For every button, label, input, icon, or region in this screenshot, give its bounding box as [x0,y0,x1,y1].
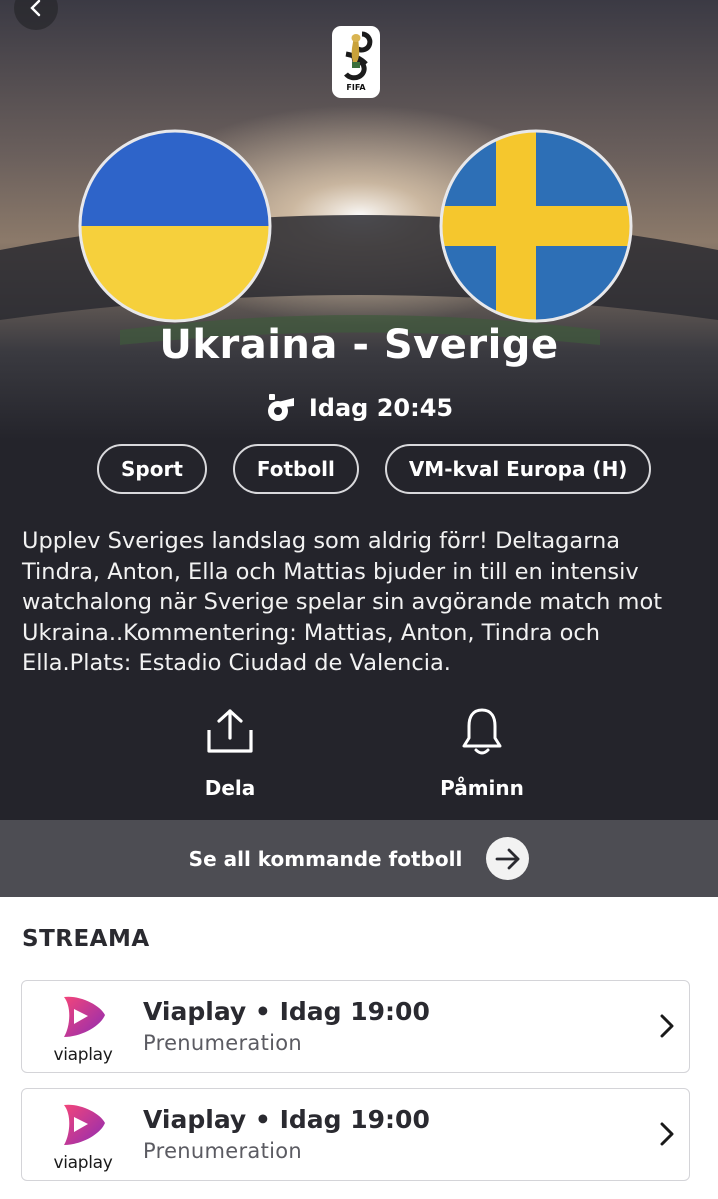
stream-provider-subtitle: Prenumeration [143,1031,303,1055]
share-label: Dela [204,776,256,800]
viaplay-logo-icon [64,996,105,1037]
whistle-icon [267,394,294,421]
stream-heading: STREAMA [22,926,150,952]
tag-sport[interactable]: Sport [97,444,207,494]
viaplay-logo: viaplay [50,993,116,1065]
remind-button[interactable]: Påminn [412,702,552,800]
stream-provider-title: Viaplay • Idag 19:00 [143,997,430,1026]
tag-list: Sport Fotboll VM-kval Europa (H) [97,444,652,494]
ukraine-flag [78,129,272,323]
sweden-flag [439,129,633,323]
chevron-right-icon [660,1014,674,1038]
tag-vm-kval[interactable]: VM-kval Europa (H) [384,444,652,494]
see-all-label: Se all kommande fotboll [188,846,463,871]
match-time: Idag 20:45 [0,393,718,423]
share-icon [207,709,253,753]
arrow-circle [486,837,530,880]
viaplay-wordmark: viaplay [53,1045,113,1065]
world-cup-trophy-icon [344,31,373,81]
stream-provider-title: Viaplay • Idag 19:00 [143,1105,430,1134]
stream-provider-subtitle: Prenumeration [143,1139,303,1163]
remind-label: Påminn [440,776,524,800]
see-all-football-button[interactable]: Se all kommande fotboll [0,820,718,897]
arrow-right-icon [495,848,520,869]
tournament-logo: FIFA [332,26,380,98]
stream-provider-card[interactable]: viaplay Viaplay • Idag 19:00 Prenumerati… [21,1088,690,1181]
viaplay-wordmark: viaplay [53,1153,113,1173]
match-time-label: Idag 20:45 [308,394,454,422]
stream-provider-card[interactable]: viaplay Viaplay • Idag 19:00 Prenumerati… [21,980,690,1073]
tag-fotboll[interactable]: Fotboll [232,444,359,494]
match-description: Upplev Sveriges landslag som aldrig förr… [22,528,663,676]
share-button[interactable]: Dela [160,702,300,800]
bell-icon [462,708,502,755]
viaplay-logo-icon [64,1104,105,1145]
match-hero: FIFA Ukraina - Sverige Idag 20:45 Sport … [0,0,718,820]
chevron-left-icon [30,0,41,17]
match-title: Ukraina - Sverige [159,322,559,368]
viaplay-logo: viaplay [50,1101,116,1173]
fifa-label: FIFA [346,83,366,92]
chevron-right-icon [660,1122,674,1146]
